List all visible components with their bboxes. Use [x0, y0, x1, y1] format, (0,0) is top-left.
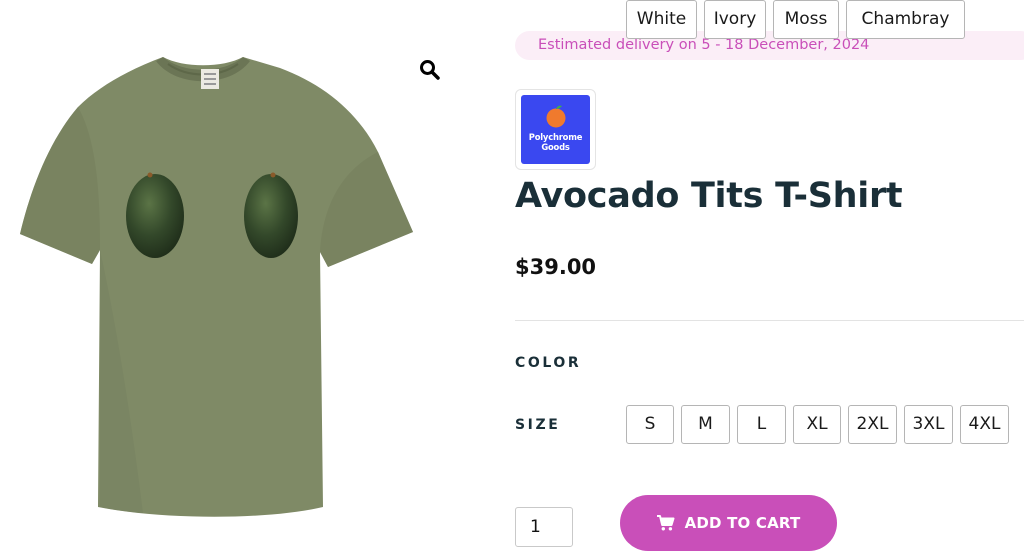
- size-option-l[interactable]: L: [737, 405, 786, 444]
- product-image[interactable]: [18, 52, 418, 522]
- size-label: SIZE: [515, 417, 561, 433]
- orange-fruit-icon: [546, 105, 566, 128]
- brand-logo-badge: Polychrome Goods: [521, 95, 590, 164]
- cart-icon: [656, 515, 675, 531]
- size-option-2xl[interactable]: 2XL: [848, 405, 897, 444]
- quantity-input[interactable]: 1: [515, 507, 573, 547]
- divider: [515, 320, 1024, 321]
- color-label: COLOR: [515, 355, 582, 371]
- size-option-m[interactable]: M: [681, 405, 730, 444]
- add-to-cart-button[interactable]: ADD TO CART: [620, 495, 837, 551]
- size-option-s[interactable]: S: [626, 405, 674, 444]
- add-to-cart-label: ADD TO CART: [684, 514, 801, 532]
- product-gallery: [0, 0, 470, 557]
- brand-name: Polychrome Goods: [528, 132, 583, 152]
- size-option-3xl[interactable]: 3XL: [904, 405, 953, 444]
- brand-logo[interactable]: Polychrome Goods: [515, 89, 596, 170]
- product-title: Avocado Tits T-Shirt: [515, 176, 903, 216]
- color-option-ivory[interactable]: Ivory: [704, 0, 766, 39]
- color-option-moss[interactable]: Moss: [773, 0, 839, 39]
- color-option-chambray[interactable]: Chambray: [846, 0, 965, 39]
- size-option-xl[interactable]: XL: [793, 405, 841, 444]
- size-option-4xl[interactable]: 4XL: [960, 405, 1009, 444]
- color-option-white[interactable]: White: [626, 0, 697, 39]
- zoom-magnifier-icon[interactable]: [418, 58, 442, 82]
- product-price: $39.00: [515, 255, 597, 279]
